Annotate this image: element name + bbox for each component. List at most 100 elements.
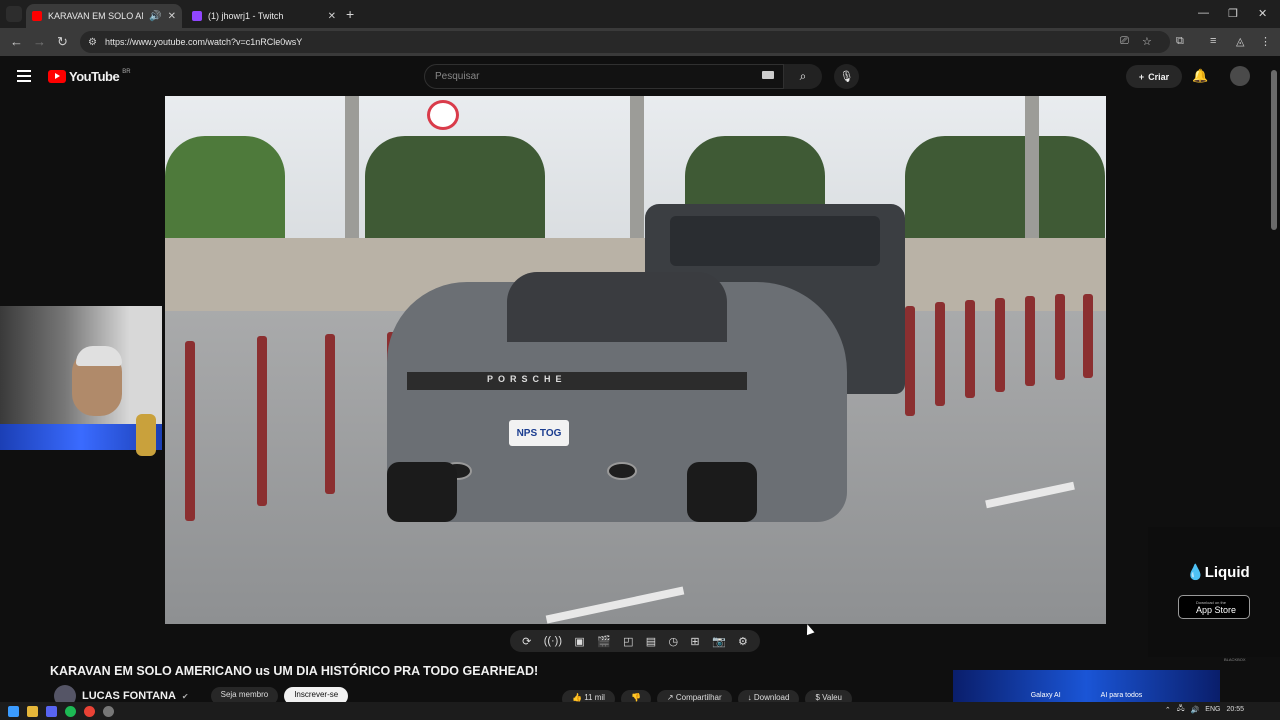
thumbs-down-icon: 👎 [630, 693, 641, 702]
extensions-icon[interactable]: ⧉ [1176, 35, 1184, 48]
video-title: KARAVAN EM SOLO AMERICANO us UM DIA HIST… [50, 664, 539, 678]
screenshot-icon[interactable]: 📷 [712, 635, 726, 648]
theater-icon[interactable]: ▤ [646, 635, 656, 648]
install-app-icon[interactable]: ⎚ [1120, 35, 1129, 48]
microphone-icon: 🎙 [839, 71, 854, 83]
media-controls-icon[interactable]: ≡ [1210, 35, 1216, 47]
app-store-button[interactable]: Download on the App Store [1178, 595, 1250, 619]
video-tree [905, 136, 1105, 246]
create-button[interactable]: + Criar [1126, 65, 1182, 88]
keyboard-icon[interactable] [762, 71, 774, 79]
new-tab-icon[interactable]: + [346, 6, 354, 22]
clapper-icon[interactable]: 🎬 [597, 635, 611, 648]
windows-start-icon[interactable] [8, 705, 19, 717]
youtube-favicon-icon [32, 11, 42, 21]
volume-icon[interactable]: 🔊 [1191, 706, 1200, 714]
car-wheel [387, 462, 457, 522]
lane-delineator [995, 298, 1005, 392]
youtube-play-icon [48, 70, 66, 83]
site-info-icon[interactable]: ⚙ [88, 37, 97, 48]
spotify-icon[interactable] [65, 705, 76, 717]
speed-icon[interactable]: ◷ [669, 635, 679, 648]
miniplayer-icon[interactable]: ◰ [623, 635, 633, 648]
close-tab-icon[interactable]: ✕ [168, 11, 176, 22]
page-scrollbar[interactable] [1271, 70, 1277, 230]
search-icon: ⌕ [799, 69, 807, 83]
speaker-icon[interactable]: 🔊 [149, 11, 161, 22]
tab-twitch[interactable]: (1) jhowrj1 - Twitch ✕ [186, 4, 342, 28]
suv-rear-window [670, 216, 880, 266]
promo-right: AI para todos [1100, 691, 1143, 699]
clock[interactable]: 20:55 [1226, 706, 1244, 713]
chevron-up-icon[interactable]: ⌃ [1165, 706, 1171, 714]
droplet-icon: 💧 [1186, 564, 1205, 581]
network-icon[interactable]: 🖧 [1177, 704, 1185, 715]
trophy-icon [136, 414, 156, 456]
license-plate: NPS TOG [509, 420, 569, 446]
webcam-overlay [0, 306, 162, 424]
lane-delineator [257, 336, 267, 506]
lane-delineator [325, 334, 335, 494]
watermark-text: BLACKBOX [1224, 657, 1246, 662]
mouse-cursor [803, 622, 815, 636]
search-button[interactable]: ⌕ [784, 64, 822, 89]
voice-search-button[interactable]: 🎙 [834, 64, 859, 89]
youtube-wordmark: YouTube [69, 69, 120, 84]
lane-delineator [1083, 294, 1093, 378]
pip-icon[interactable]: ▣ [574, 635, 584, 648]
menu-kebab-icon[interactable]: ⋮ [1260, 35, 1271, 48]
search-input[interactable]: Pesquisar [424, 64, 784, 89]
video-tree [165, 136, 285, 246]
restore-icon[interactable]: ❐ [1228, 7, 1238, 20]
forward-icon[interactable]: → [33, 34, 46, 49]
audio-icon[interactable]: ((·)) [544, 635, 562, 647]
notifications-bell-icon[interactable]: 🔔 [1192, 68, 1208, 84]
close-tab-icon[interactable]: ✕ [328, 11, 336, 22]
back-icon[interactable]: ← [10, 34, 23, 49]
tab-search-button[interactable] [6, 6, 22, 22]
obs-icon[interactable] [103, 705, 114, 717]
profile-icon[interactable]: ◬ [1236, 35, 1244, 48]
verified-icon: ✔ [181, 691, 189, 701]
account-avatar[interactable] [1230, 66, 1250, 86]
settings-gear-icon[interactable]: ⚙ [738, 635, 748, 648]
sidebar-ad[interactable]: 💧Liquid Download on the App Store BLACKBO… [1148, 527, 1280, 662]
channel-name[interactable]: LUCAS FONTANA [82, 690, 176, 702]
loop-icon[interactable]: ⟳ [522, 635, 531, 648]
bookmark-star-icon[interactable]: ☆ [1142, 35, 1152, 48]
porsche-car: PORSCHE NPS TOG [387, 272, 847, 522]
twitch-favicon-icon [192, 11, 202, 21]
video-tree [365, 136, 545, 246]
language-indicator[interactable]: ENG [1205, 706, 1220, 713]
lane-delineator [935, 302, 945, 406]
car-wheel [687, 462, 757, 522]
heart-logo-sign [427, 100, 459, 130]
tab-youtube[interactable]: KARAVAN EM SOLO AMERIC 🔊 ✕ [26, 4, 182, 28]
create-label: Criar [1148, 71, 1170, 82]
hamburger-menu-icon[interactable] [17, 70, 31, 82]
tab-title: (1) jhowrj1 - Twitch [208, 11, 284, 21]
chrome-icon[interactable] [84, 705, 95, 717]
share-icon: ↗ [666, 693, 676, 702]
file-explorer-icon[interactable] [27, 705, 38, 717]
browser-toolbar: ← → ↻ ⚙ https://www.youtube.com/watch?v=… [0, 28, 1280, 56]
country-code: BR [122, 68, 131, 75]
video-player[interactable]: PORSCHE NPS TOG [165, 96, 1106, 624]
youtube-logo[interactable]: YouTube BR [48, 69, 131, 84]
promo-left: Galaxy AI [1030, 691, 1061, 699]
close-window-icon[interactable]: ✕ [1258, 7, 1267, 20]
car-brand-text: PORSCHE [487, 374, 567, 384]
minimize-icon[interactable]: — [1198, 7, 1209, 19]
address-bar[interactable]: ⚙ https://www.youtube.com/watch?v=c1nRCl… [80, 31, 1170, 53]
exhaust-pipe [607, 462, 637, 480]
lane-delineator [185, 341, 195, 521]
browser-tab-bar: KARAVAN EM SOLO AMERIC 🔊 ✕ (1) jhowrj1 -… [0, 0, 1280, 28]
reload-icon[interactable]: ↻ [57, 34, 68, 50]
add-icon[interactable]: ⊞ [690, 635, 699, 648]
lane-delineator [1055, 294, 1065, 380]
discord-icon[interactable] [46, 705, 57, 717]
lane-delineator [965, 300, 975, 398]
plus-icon: + [1138, 71, 1145, 82]
thumbs-up-icon: 👍 [572, 693, 585, 702]
lane-delineator [1025, 296, 1035, 386]
